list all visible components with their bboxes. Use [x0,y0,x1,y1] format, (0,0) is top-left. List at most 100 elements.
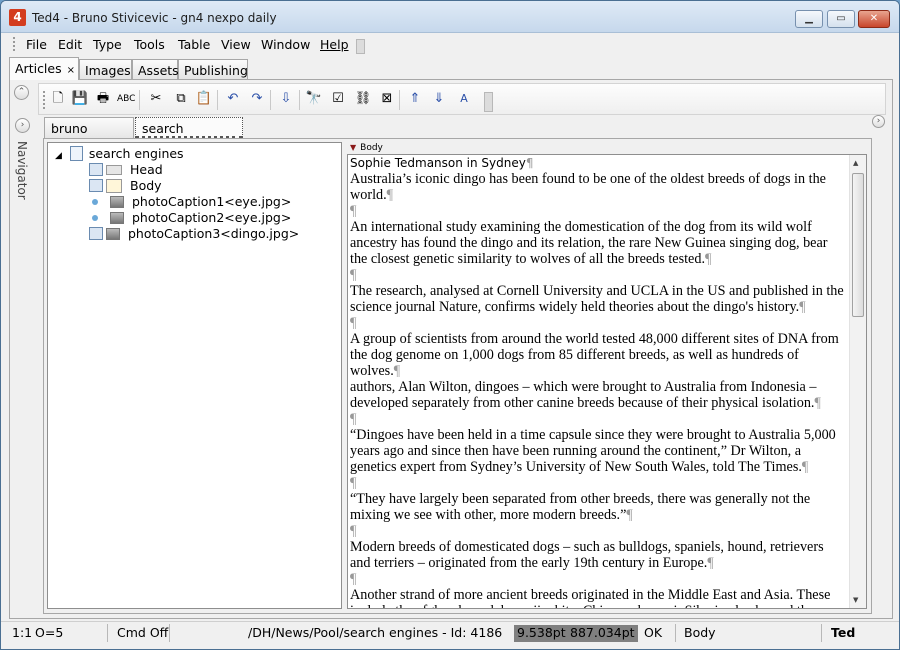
close-tab-icon[interactable]: × [67,65,75,76]
tree-item-label: photoCaption1<eye.jpg> [132,194,292,209]
structure-tree: ◢ search engines Head Body photoCaption1<… [47,142,342,609]
app-name: Ted [831,625,856,640]
text-style-icon[interactable]: A [455,90,473,108]
element-icon [89,179,103,192]
scroll-thumb[interactable] [852,173,864,317]
tree-root[interactable]: ◢ search engines [55,146,184,162]
menu-view[interactable]: View [221,37,251,52]
tab-articles[interactable]: Articles × [9,57,79,80]
collapse-toolbar-button[interactable]: ⌃ [14,85,29,100]
paragraph: ¶ [350,203,357,219]
tree-item-label: Body [130,178,162,193]
insert-before-icon[interactable]: ⇑ [406,90,424,108]
doc-tab-bruno-article[interactable]: bruno article 1 [44,117,134,151]
menu-table[interactable]: Table [178,37,210,52]
close-window-button[interactable]: ✕ [858,10,890,28]
picture-icon [110,212,124,224]
properties-icon[interactable]: ☑ [329,90,347,108]
find-icon[interactable]: 🔭 [305,90,323,108]
tab-articles-label: Articles [15,61,62,76]
status-separator [107,624,108,642]
tab-images[interactable]: Images [79,59,132,80]
new-document-icon[interactable]: 🗋 [49,90,67,108]
app-window: 4 Ted4 - Bruno Stivicevic - gn4 nexpo da… [0,0,900,650]
paste-icon[interactable]: 📋 [195,90,213,108]
body-text-content[interactable]: Sophie Tedmanson in Sydney¶ Australia’s … [350,155,846,608]
menu-overflow-chevron[interactable] [356,39,365,54]
current-field: Body [684,625,716,640]
menu-grip[interactable] [13,37,16,51]
copy-icon[interactable]: ⧉ [172,90,190,108]
title-bar[interactable]: 4 Ted4 - Bruno Stivicevic - gn4 nexpo da… [1,1,899,33]
element-icon [89,163,103,176]
cut-icon[interactable]: ✂ [147,90,165,108]
tree-item-head[interactable]: Head [89,162,163,178]
menu-type[interactable]: Type [93,37,122,52]
tree-item-body[interactable]: Body [89,178,162,194]
scroll-right-button[interactable]: › [872,115,885,128]
editor-toolbar: 🗋 💾 🖶 ABC ✂ ⧉ 📋 ↶ ↷ ⇩ 🔭 ☑ ⛓ ⊠ ⇑ ⇓ A [38,83,886,115]
paragraph: Australia’s iconic dingo has been found … [350,171,826,203]
document-path: /DH/News/Pool/search engines - Id: 4186 [248,625,503,640]
tree-item-photocaption3[interactable]: photoCaption3<dingo.jpg> [89,226,299,242]
import-icon[interactable]: ⇩ [277,90,295,108]
paragraph: authors, Alan Wilton, dingoes – which we… [350,379,821,411]
toolbar-grip[interactable] [43,91,46,109]
toolbar-overflow-chevron[interactable] [484,92,493,112]
menu-file[interactable]: File [26,37,47,52]
expand-navigator-button[interactable]: › [15,118,30,133]
toolbar-separator [270,90,271,110]
paragraph: ¶ [350,475,357,491]
undo-icon[interactable]: ↶ [224,90,242,108]
measure-value-1: 9.538pt [514,625,569,642]
status-separator [821,624,822,642]
toolbar-separator [217,90,218,110]
picture-icon [106,228,120,240]
print-icon[interactable]: 🖶 [94,90,112,108]
toolbar-separator [399,90,400,110]
collapse-triangle-icon[interactable]: ◢ [55,151,62,161]
vertical-scrollbar[interactable]: ▲ ▼ [849,155,866,608]
element-icon [89,227,103,240]
tree-item-label: photoCaption2<eye.jpg> [132,210,292,225]
tree-item-label: Head [130,162,163,177]
paragraph: ¶ [350,267,357,283]
menu-tools[interactable]: Tools [134,37,165,52]
paragraph: ¶ [350,571,357,587]
spellcheck-icon[interactable]: ABC [117,90,135,108]
save-icon[interactable]: 💾 [71,90,89,108]
paragraph: A group of scientists from around the wo… [350,331,839,379]
body-field-header[interactable]: ▼ Body [350,143,383,153]
paragraph: ¶ [350,523,357,539]
menu-window[interactable]: Window [261,37,310,52]
command-mode: Cmd Off [117,625,169,640]
body-field-label: Body [360,143,383,153]
picture-icon [110,196,124,208]
tab-publishing[interactable]: Publishing [178,59,248,80]
tree-item-photocaption1[interactable]: photoCaption1<eye.jpg> [89,194,291,210]
article-page-icon [69,146,83,161]
status-ok: OK [644,625,663,640]
body-text-editor[interactable]: Sophie Tedmanson in Sydney¶ Australia’s … [347,154,867,609]
toolbar-separator [139,90,140,110]
menu-help[interactable]: Help [320,37,349,52]
tree-item-label: photoCaption3<dingo.jpg> [128,226,300,241]
navigator-label[interactable]: Navigator [15,141,29,200]
paragraph: “They have largely been separated from o… [350,491,811,523]
redo-icon[interactable]: ↷ [248,90,266,108]
insert-after-icon[interactable]: ⇓ [430,90,448,108]
tab-assets[interactable]: Assets [132,59,179,80]
app-logo-icon: 4 [9,9,26,26]
tree-item-photocaption2[interactable]: photoCaption2<eye.jpg> [89,210,291,226]
unlink-icon[interactable]: ⊠ [378,90,396,108]
byline: Sophie Tedmanson in Sydney¶ [350,156,534,170]
scroll-down-arrow-icon[interactable]: ▼ [853,596,858,604]
status-bar: 1:1 O=5 Cmd Off /DH/News/Pool/search eng… [1,621,899,643]
maximize-button[interactable]: ▭ [827,10,855,28]
collapse-field-icon[interactable]: ▼ [350,143,356,152]
minimize-button[interactable]: ▁ [795,10,823,28]
menu-edit[interactable]: Edit [58,37,82,52]
scroll-up-arrow-icon[interactable]: ▲ [853,159,858,167]
doc-tab-search-engines[interactable]: search engines× [135,117,243,151]
link-icon[interactable]: ⛓ [354,90,372,108]
